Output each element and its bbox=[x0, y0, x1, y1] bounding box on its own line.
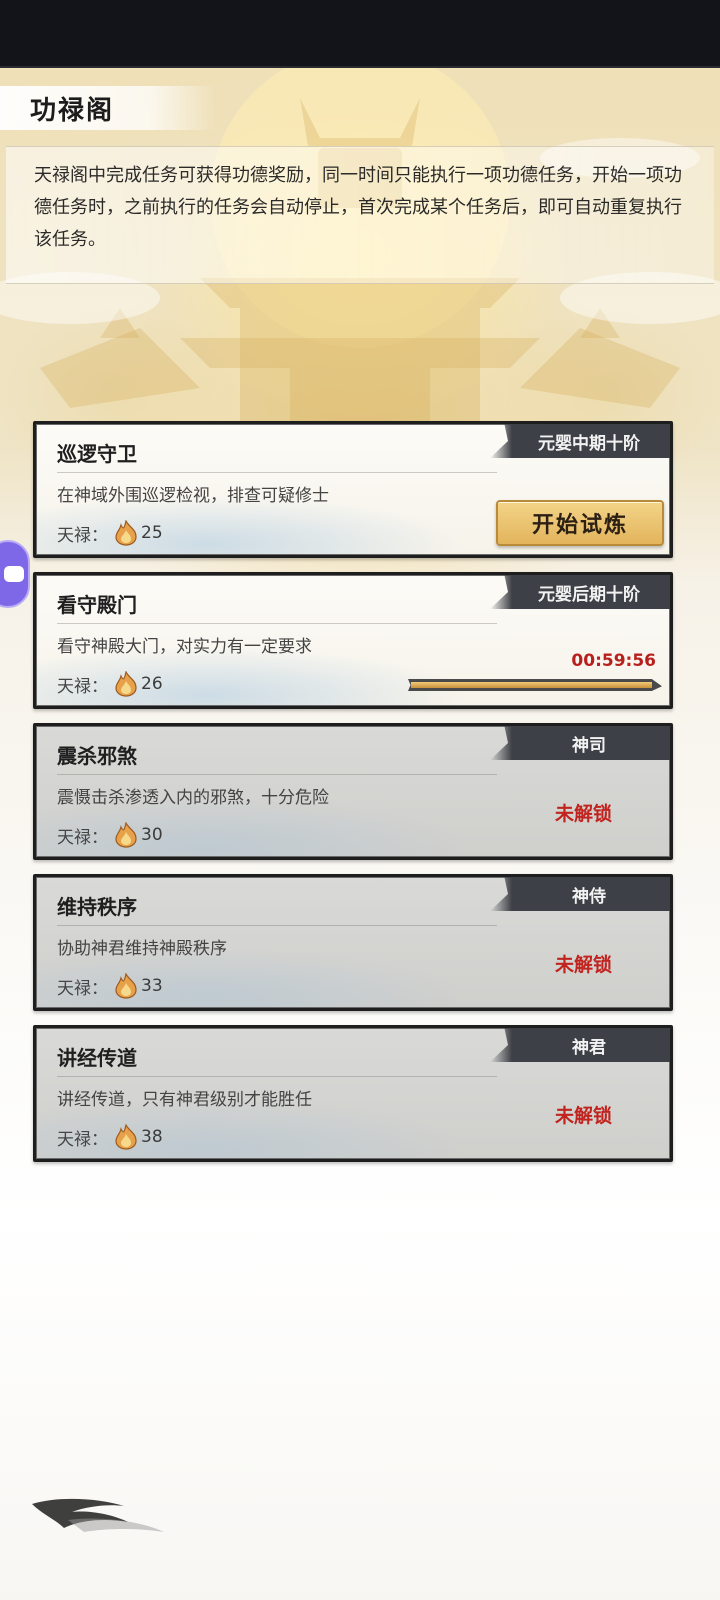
task-card-preach: 讲经传道 神君 讲经传道，只有神君级别才能胜任 天禄： 38 未解锁 bbox=[33, 1025, 673, 1162]
task-title: 维持秩序 bbox=[57, 895, 137, 919]
reward: 天禄： 38 bbox=[57, 1124, 163, 1150]
reward-value: 38 bbox=[141, 1127, 163, 1147]
countdown-timer: 00:59:56 bbox=[571, 651, 656, 671]
divider bbox=[57, 925, 497, 926]
reward-label: 天禄： bbox=[57, 827, 108, 848]
divider bbox=[57, 472, 497, 473]
task-card-patrol: 巡逻守卫 元婴中期十阶 在神域外围巡逻检视，排查可疑修士 天禄： 25 开始试炼 bbox=[33, 421, 673, 558]
reward-value: 26 bbox=[141, 674, 163, 694]
reward-value: 33 bbox=[141, 976, 163, 996]
tier-tag: 元婴后期十阶 bbox=[490, 575, 670, 609]
tier-tag: 神侍 bbox=[490, 877, 670, 911]
page-title: 功禄阁 bbox=[30, 96, 115, 126]
task-card-evil: 震杀邪煞 神司 震慑击杀渗透入内的邪煞，十分危险 天禄： 30 未解锁 bbox=[33, 723, 673, 860]
description-text: 天禄阁中完成任务可获得功德奖励，同一时间只能执行一项功德任务，开始一项功德任务时… bbox=[34, 165, 682, 250]
tier-tag: 元婴中期十阶 bbox=[490, 424, 670, 458]
reward-label: 天禄： bbox=[57, 1129, 108, 1150]
task-card-guard-gate: 看守殿门 元婴后期十阶 看守神殿大门，对实力有一定要求 天禄： 26 00:59… bbox=[33, 572, 673, 709]
task-title: 巡逻守卫 bbox=[57, 442, 137, 466]
task-description: 协助神君维持神殿秩序 bbox=[57, 939, 227, 959]
divider bbox=[57, 623, 497, 624]
divider bbox=[57, 774, 497, 775]
start-trial-button[interactable]: 开始试炼 bbox=[496, 500, 664, 546]
reward-value: 30 bbox=[141, 825, 163, 845]
ink-brush-icon bbox=[32, 1498, 164, 1532]
reward-label: 天禄： bbox=[57, 978, 108, 999]
progress-bar bbox=[408, 679, 662, 691]
status-bar bbox=[0, 0, 720, 68]
locked-status: 未解锁 bbox=[555, 954, 613, 976]
flame-icon bbox=[115, 822, 137, 848]
locked-status: 未解锁 bbox=[555, 1105, 613, 1127]
task-description: 震慑击杀渗透入内的邪煞，十分危险 bbox=[57, 788, 329, 808]
progress-fill bbox=[411, 682, 652, 688]
divider bbox=[57, 1076, 497, 1077]
flame-icon bbox=[115, 671, 137, 697]
task-title: 讲经传道 bbox=[57, 1046, 137, 1070]
task-title: 震杀邪煞 bbox=[57, 744, 137, 768]
flame-icon bbox=[115, 520, 137, 546]
tier-tag: 神司 bbox=[490, 726, 670, 760]
reward-value: 25 bbox=[141, 523, 163, 543]
reward: 天禄： 25 bbox=[57, 520, 163, 546]
reward-label: 天禄： bbox=[57, 676, 108, 697]
task-description: 在神域外围巡逻检视，排查可疑修士 bbox=[57, 486, 329, 506]
reward: 天禄： 30 bbox=[57, 822, 163, 848]
flame-icon bbox=[115, 973, 137, 999]
task-title: 看守殿门 bbox=[57, 593, 137, 617]
reward: 天禄： 26 bbox=[57, 671, 163, 697]
reward: 天禄： 33 bbox=[57, 973, 163, 999]
task-description: 讲经传道，只有神君级别才能胜任 bbox=[57, 1090, 312, 1110]
flame-icon bbox=[115, 1124, 137, 1150]
gamepad-icon bbox=[4, 566, 24, 582]
task-description: 看守神殿大门，对实力有一定要求 bbox=[57, 637, 312, 657]
floating-game-button[interactable] bbox=[0, 540, 30, 608]
task-card-order: 维持秩序 神侍 协助神君维持神殿秩序 天禄： 33 未解锁 bbox=[33, 874, 673, 1011]
tier-tag: 神君 bbox=[490, 1028, 670, 1062]
reward-label: 天禄： bbox=[57, 525, 108, 546]
locked-status: 未解锁 bbox=[555, 803, 613, 825]
